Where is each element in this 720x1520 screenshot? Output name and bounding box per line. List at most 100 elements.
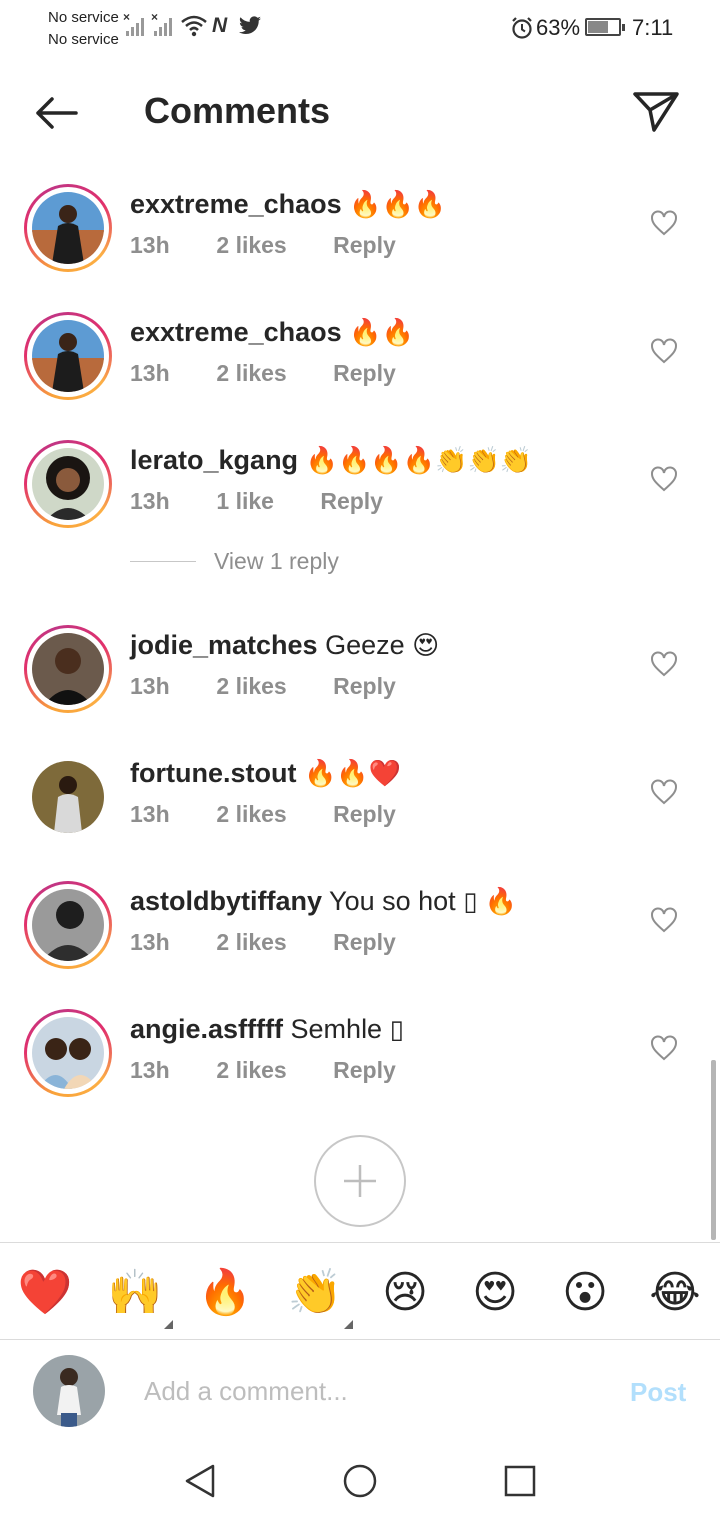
arrow-left-icon <box>36 97 78 129</box>
comment-time: 13h <box>130 488 170 514</box>
avatar-story-ring[interactable] <box>24 1009 112 1097</box>
avatar <box>32 320 104 392</box>
comment-username[interactable]: lerato_kgang <box>130 445 298 475</box>
share-button[interactable] <box>628 84 684 140</box>
comment-username[interactable]: angie.asfffff <box>130 1014 283 1044</box>
back-button[interactable] <box>28 90 84 136</box>
avatar <box>32 192 104 264</box>
carrier-label-1: No service <box>48 9 119 26</box>
emoji-heart-eyes-button[interactable]: 😍 <box>465 1263 525 1323</box>
scrollbar[interactable] <box>711 1060 716 1240</box>
comment-composer: Post <box>0 1341 720 1441</box>
comment-item: astoldbytiffany You so hot ▯ 🔥 13h 2 lik… <box>0 869 720 979</box>
comment-likes[interactable]: 2 likes <box>216 673 286 700</box>
emoji-raised-hands-label: 🙌 <box>107 1268 163 1317</box>
comment-item: fortune.stout 🔥🔥❤️ 13h 2 likes Reply <box>0 741 720 851</box>
emoji-laughing-button[interactable]: 😂 <box>645 1263 705 1323</box>
twitter-icon <box>239 16 261 35</box>
heart-outline-icon[interactable] <box>650 210 678 236</box>
comment-username[interactable]: exxtreme_chaos <box>130 317 342 347</box>
status-bar: No service No service × × N 63% 7:11 <box>0 0 720 56</box>
comment-likes[interactable]: 1 like <box>216 488 274 515</box>
nav-recents-icon <box>504 1465 536 1497</box>
comment-item: exxtreme_chaos 🔥🔥 13h 2 likes Reply <box>0 300 720 410</box>
avatar-story-ring[interactable] <box>24 312 112 400</box>
heart-outline-icon[interactable] <box>650 466 678 492</box>
comment-emoji: 🔥🔥🔥🔥👏👏👏 <box>305 445 533 475</box>
emoji-fire-button[interactable]: 🔥 <box>195 1263 255 1323</box>
comment-time: 13h <box>130 929 170 955</box>
reply-button[interactable]: Reply <box>333 801 396 828</box>
emoji-raised-hands-button[interactable]: 🙌 <box>105 1263 173 1329</box>
emoji-surprised-button[interactable]: 😮 <box>555 1263 615 1323</box>
emoji-heart-button[interactable]: ❤️ <box>15 1263 75 1323</box>
comment-emoji: ▯ <box>389 1014 404 1044</box>
avatar <box>33 1355 105 1427</box>
comment-username[interactable]: exxtreme_chaos <box>130 189 342 219</box>
signal-icon: × <box>123 10 146 36</box>
avatar <box>32 633 104 705</box>
reply-button[interactable]: Reply <box>320 488 383 515</box>
divider <box>130 560 196 562</box>
comment-emoji: ▯ 🔥 <box>463 886 518 916</box>
nfc-icon: N <box>212 14 228 37</box>
nav-home-icon <box>343 1464 377 1498</box>
paper-plane-icon <box>633 92 679 132</box>
heart-outline-icon[interactable] <box>650 338 678 364</box>
reply-button[interactable]: Reply <box>333 673 396 700</box>
avatar-story-ring[interactable] <box>24 184 112 272</box>
nav-back-button[interactable] <box>178 1459 222 1503</box>
comment-emoji: 🔥🔥 <box>349 317 414 347</box>
comment-item: lerato_kgang 🔥🔥🔥🔥👏👏👏 13h 1 like Reply <box>0 428 720 538</box>
comment-emoji: 🔥🔥🔥 <box>349 189 447 219</box>
nav-recents-button[interactable] <box>498 1459 542 1503</box>
comment-body: You so hot <box>329 886 456 916</box>
reply-button[interactable]: Reply <box>333 360 396 387</box>
plus-icon <box>344 1165 376 1197</box>
comment-username[interactable]: astoldbytiffany <box>130 886 322 916</box>
reply-button[interactable]: Reply <box>333 929 396 956</box>
signal-icon: × <box>151 10 174 36</box>
view-replies-button[interactable]: View 1 reply <box>130 546 339 576</box>
alarm-icon <box>512 17 532 39</box>
reply-button[interactable]: Reply <box>333 232 396 259</box>
emoji-clap-button[interactable]: 👏 <box>285 1263 353 1329</box>
comment-likes[interactable]: 2 likes <box>216 360 286 387</box>
comment-item: angie.asfffff Semhle ▯ 13h 2 likes Reply <box>0 997 720 1107</box>
comment-input[interactable] <box>144 1371 604 1411</box>
emoji-sad-button[interactable]: 😢 <box>375 1263 435 1323</box>
comment-likes[interactable]: 2 likes <box>216 929 286 956</box>
reply-button[interactable]: Reply <box>333 1057 396 1084</box>
heart-outline-icon[interactable] <box>650 1035 678 1061</box>
battery-percentage: 63% <box>536 15 581 40</box>
carrier-label-2: No service <box>48 31 119 48</box>
comment-likes[interactable]: 2 likes <box>216 232 286 259</box>
comment-username[interactable]: fortune.stout <box>130 758 296 788</box>
quick-emoji-bar: ❤️ 🙌 🔥 👏 😢 😍 😮 😂 <box>0 1242 720 1340</box>
view-replies-label: View 1 reply <box>214 547 339 574</box>
comment-emoji: 😍 <box>412 630 440 660</box>
wifi-icon <box>181 15 207 37</box>
avatar-story-ring[interactable] <box>24 440 112 528</box>
comment-body: Semhle <box>290 1014 383 1044</box>
comment-time: 13h <box>130 232 170 258</box>
post-button[interactable]: Post <box>630 1377 686 1408</box>
avatar-story-ring[interactable] <box>24 881 112 969</box>
comment-body: Geeze <box>325 630 405 660</box>
comment-time: 13h <box>130 801 170 827</box>
heart-outline-icon[interactable] <box>650 779 678 805</box>
comment-likes[interactable]: 2 likes <box>216 1057 286 1084</box>
load-more-button[interactable] <box>314 1135 406 1227</box>
avatar <box>32 448 104 520</box>
comment-likes[interactable]: 2 likes <box>216 801 286 828</box>
comment-username[interactable]: jodie_matches <box>130 630 318 660</box>
comment-time: 13h <box>130 673 170 699</box>
avatar-story-ring[interactable] <box>24 625 112 713</box>
heart-outline-icon[interactable] <box>650 651 678 677</box>
system-nav-bar <box>0 1441 720 1520</box>
comment-time: 13h <box>130 1057 170 1083</box>
avatar <box>32 1017 104 1089</box>
nav-home-button[interactable] <box>338 1459 382 1503</box>
avatar[interactable] <box>32 761 104 833</box>
heart-outline-icon[interactable] <box>650 907 678 933</box>
